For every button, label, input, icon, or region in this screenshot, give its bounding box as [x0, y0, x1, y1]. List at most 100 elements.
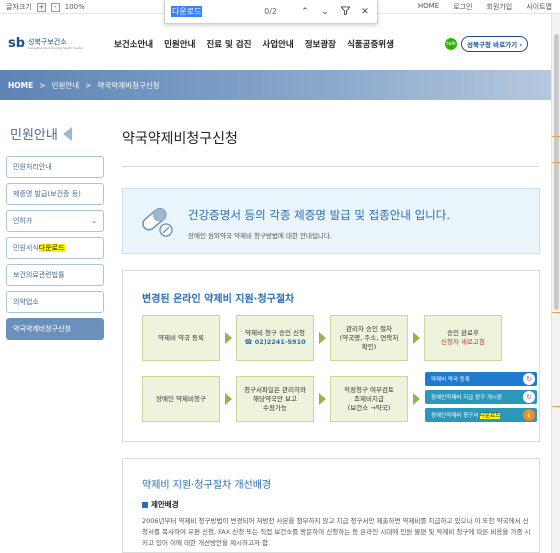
- refresh-icon: ↻: [523, 373, 535, 385]
- button-label: 장애인약제비 청구서 다운로드: [431, 411, 501, 419]
- font-size-control: 글자크기 + - 100%: [6, 2, 85, 12]
- arrow-right-icon: [413, 393, 420, 405]
- breadcrumb: HOME > 민원안내 > 약국약제비청구신청: [8, 80, 160, 91]
- step-text: 해당약국만 보고: [253, 394, 297, 403]
- arrow-right-icon: [225, 393, 232, 405]
- step-text: (약국명, 주소, 연락처: [339, 333, 399, 342]
- sidebar-item-label: 약국약제비청구신청: [13, 325, 71, 333]
- step-text: 수정가능: [263, 403, 287, 412]
- main-nav: 보건소안내 민원안내 진료 및 검진 사업안내 정보광장 식품공중위생: [114, 38, 394, 50]
- process-step: 약제비 약국 등록: [142, 315, 220, 361]
- sidebar-item-pharmacies[interactable]: 의약업소: [6, 291, 104, 313]
- claim-form-download-button[interactable]: 장애인약제비 청구서 다운로드 ↓: [425, 408, 537, 422]
- sidebar-item-label: 인허가: [13, 217, 33, 225]
- arrow-right-icon: [413, 332, 420, 344]
- sidebar-arrow-icon: [62, 126, 72, 141]
- nav-civil-service[interactable]: 민원안내: [164, 38, 195, 50]
- breadcrumb-band: HOME > 민원안내 > 약국약제비청구신청: [0, 70, 551, 100]
- find-filter-icon[interactable]: [339, 5, 351, 18]
- signup-link[interactable]: 회원가입: [486, 2, 512, 12]
- sidebar-item-label: 의약업소: [13, 298, 39, 306]
- sidebar-item-civil-process[interactable]: 민원처리안내: [6, 156, 104, 178]
- process-step: 청구서파일은 관리자와 해당약국만 보고 수정가능: [236, 376, 314, 422]
- talk-icon[interactable]: talk: [445, 38, 457, 50]
- find-next-icon[interactable]: ⌄: [319, 7, 331, 17]
- site-logo[interactable]: sb 성북구보건소 Seongbuk Community Health Cent…: [8, 36, 83, 51]
- process-step: 장애인 약제비청구: [142, 376, 220, 422]
- refresh-icon: ↻: [523, 391, 535, 403]
- sidebar-item-pharmacy-claim[interactable]: 약국약제비청구신청: [6, 318, 104, 340]
- breadcrumb-sep: >: [85, 81, 92, 90]
- find-bar: 다운로드 0/2 ⌃ ⌄ ✕: [164, 0, 378, 24]
- nav-info[interactable]: 정보광장: [305, 38, 336, 50]
- logo-sub: Seongbuk Community Health Center: [28, 45, 84, 50]
- nav-food-hygiene[interactable]: 식품공중위생: [347, 38, 394, 50]
- nav-health-center[interactable]: 보건소안내: [114, 38, 153, 50]
- sidebar-item-certificates[interactable]: 제증명 발급(보건증 등): [6, 183, 104, 205]
- sidebar-item-label: 민원서식다운로드: [13, 243, 65, 253]
- button-label: 장애인약제비 지급 청구 게시판: [431, 395, 503, 401]
- sidebar-item-permits[interactable]: 인허가 ⌄: [6, 210, 104, 232]
- step-text: 약제비 청구 승인 신청: [244, 329, 306, 337]
- arrow-right-icon: [319, 332, 326, 344]
- find-marker: [552, 312, 560, 313]
- sidebar-item-label: 제증명 발급(보건증 등): [13, 190, 81, 198]
- step-text: 확인): [361, 342, 377, 351]
- find-marker: [552, 136, 560, 137]
- find-close-icon[interactable]: ✕: [359, 7, 371, 17]
- find-prev-icon[interactable]: ⌃: [299, 7, 311, 17]
- breadcrumb-current: 약국약제비청구신청: [97, 81, 160, 90]
- notice-subtext: 장애인 원외약국 약제비 청구방법에 대한 안내입니다.: [188, 232, 332, 240]
- page-title: 약국약제비청구신청: [122, 131, 238, 147]
- arrow-right-icon: [319, 393, 326, 405]
- scrollbar-thumb[interactable]: [554, 34, 559, 310]
- sitemap-link[interactable]: 사이트맵: [526, 2, 552, 12]
- find-input[interactable]: 다운로드: [171, 6, 203, 17]
- label-part: 장애인약제비 청구서: [431, 413, 481, 419]
- background-body: 2006년부터 약제비 청구방법이 변경되어 처방전 사본을 첨부하지 않고 지…: [142, 517, 531, 547]
- sidebar-item-laws[interactable]: 보건의료관련법률: [6, 264, 104, 286]
- title-divider: [122, 166, 539, 167]
- font-increase-button[interactable]: +: [36, 2, 46, 12]
- page-scrollbar[interactable]: [551, 14, 560, 553]
- process-title: 변경된 온라인 약제비 지원·청구절차: [142, 294, 295, 305]
- process-step: 적정청구 여부검토 조제비지급 (보건소 →약국): [330, 376, 408, 422]
- step-text: 조제비지급: [354, 394, 384, 403]
- nav-treatment[interactable]: 진료 및 검진: [206, 38, 251, 50]
- login-link[interactable]: 로그인: [453, 2, 472, 12]
- nav-projects[interactable]: 사업안내: [262, 38, 293, 50]
- breadcrumb-home[interactable]: HOME: [8, 81, 33, 90]
- pharmacy-register-button[interactable]: 약제비 약국 등록 ↻: [425, 372, 537, 386]
- find-marker: [552, 406, 560, 407]
- home-link[interactable]: HOME: [418, 2, 439, 12]
- font-decrease-button[interactable]: -: [50, 2, 60, 12]
- arrow-right-icon: [225, 332, 232, 344]
- sidebar-item-label: 보건의료관련법률: [13, 271, 65, 279]
- subhead-text: 제안배경: [151, 500, 179, 509]
- breadcrumb-sep: >: [39, 81, 46, 90]
- step-text: 승인 완료후: [447, 329, 479, 337]
- bullet-square-icon: [142, 501, 148, 508]
- background-subhead: 제안배경: [142, 499, 179, 510]
- find-count: 0/2: [264, 7, 277, 16]
- button-label: 약제비 약국 등록: [431, 377, 470, 383]
- process-step: 승인 완료후 신청자 새로고침: [424, 315, 502, 361]
- step-text: 적정청구 여부검토: [344, 385, 394, 394]
- step-text: (보건소 →약국): [347, 403, 391, 412]
- breadcrumb-item[interactable]: 민원안내: [52, 80, 80, 91]
- sidebar-title: 민원안내: [10, 124, 72, 143]
- step-text: 장애인 약제비청구: [156, 394, 206, 403]
- pill-icon: [142, 207, 173, 237]
- sidebar-title-text: 민원안내: [10, 128, 58, 143]
- top-links: HOME 로그인 회원가입 사이트맵: [418, 2, 552, 12]
- step-phone: ☎ 02)2241-5910: [244, 338, 306, 346]
- notice-heading: 건강증명서 등의 각종 제증명 발급 및 접종안내 입니다.: [188, 208, 451, 222]
- font-size-label: 글자크기: [6, 3, 32, 11]
- sidebar-item-forms-download[interactable]: 민원서식다운로드: [6, 237, 104, 259]
- zoom-level: 100%: [64, 3, 85, 11]
- step-text: 관리자 승인 절차: [346, 324, 392, 333]
- district-office-button[interactable]: 성북구청 바로가기 ›: [461, 36, 529, 52]
- chevron-down-icon: ⌄: [91, 217, 97, 225]
- claim-board-button[interactable]: 장애인약제비 지급 청구 게시판 ↻: [425, 390, 537, 404]
- process-step: 약제비 청구 승인 신청 ☎ 02)2241-5910: [236, 315, 314, 361]
